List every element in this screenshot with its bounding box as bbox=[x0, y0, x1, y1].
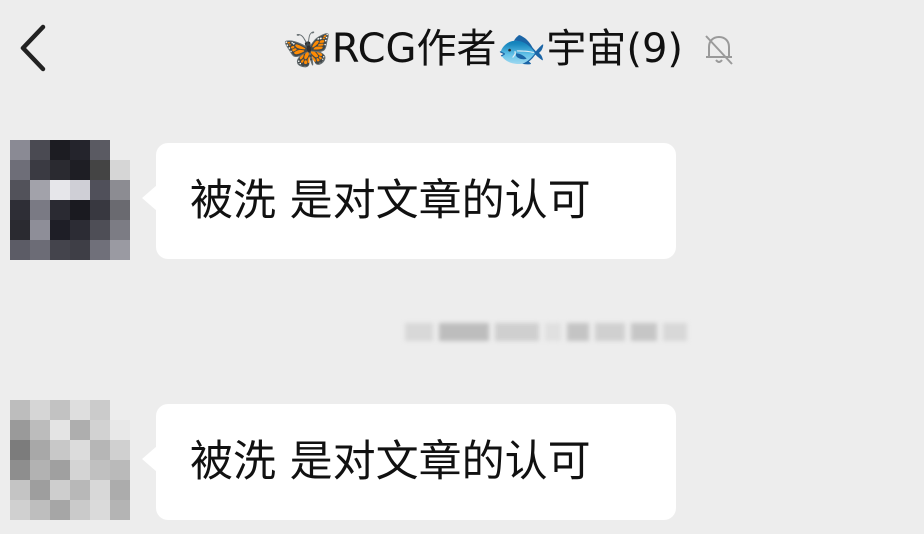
chat-title-area[interactable]: 🦋RCG作者🐟宇宙(9) bbox=[282, 22, 739, 76]
avatar[interactable] bbox=[10, 400, 130, 520]
message-bubble[interactable]: 被洗 是对文章的认可 bbox=[142, 143, 676, 259]
timestamp-redacted bbox=[405, 312, 695, 352]
chat-header: 🦋RCG作者🐟宇宙(9) bbox=[0, 0, 924, 100]
back-button[interactable] bbox=[8, 18, 56, 78]
chevron-left-icon bbox=[20, 24, 46, 72]
chat-title: 🦋RCG作者🐟宇宙(9) bbox=[282, 26, 683, 72]
bell-off-icon bbox=[699, 29, 739, 69]
avatar[interactable] bbox=[10, 140, 130, 260]
message-text: 被洗 是对文章的认可 bbox=[190, 176, 591, 226]
message-text: 被洗 是对文章的认可 bbox=[190, 437, 591, 487]
message-bubble[interactable]: 被洗 是对文章的认可 bbox=[142, 404, 676, 520]
